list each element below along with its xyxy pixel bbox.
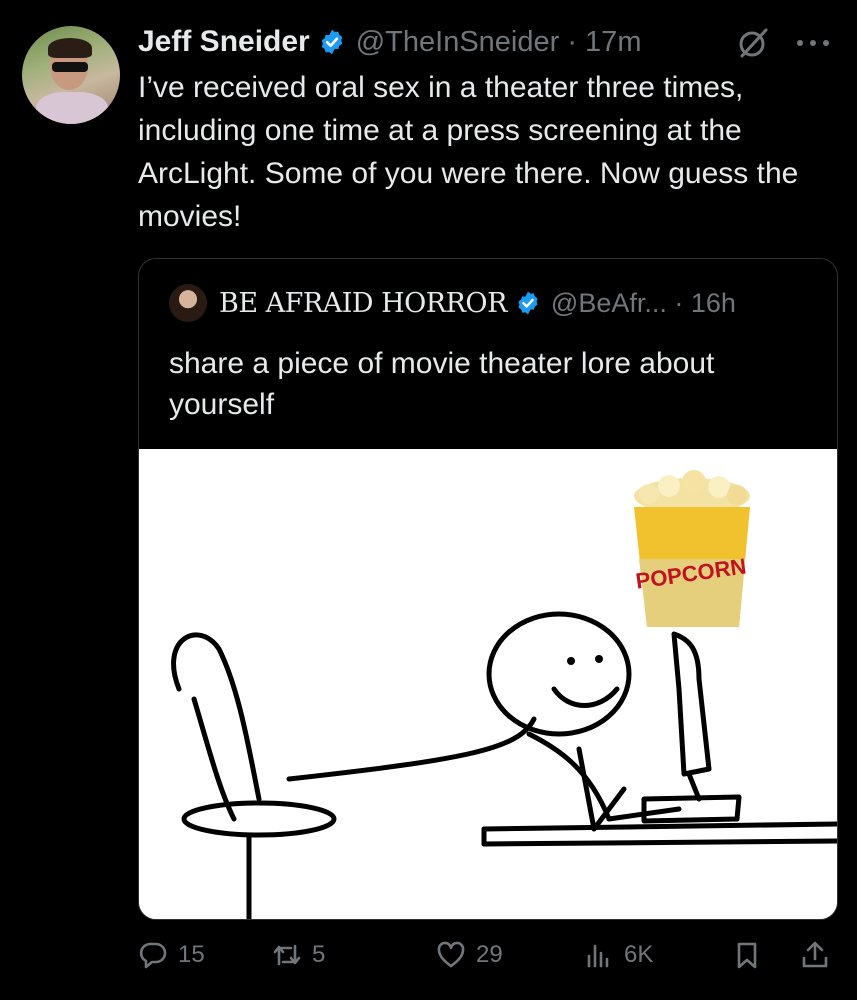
like-button[interactable]: 29 xyxy=(436,930,503,980)
quoted-author-avatar[interactable] xyxy=(169,284,207,322)
quoted-author-handle-time[interactable]: @BeAfr... · 16h xyxy=(551,288,736,319)
views-count: 6K xyxy=(624,941,654,968)
bookmark-icon xyxy=(737,942,757,969)
share-icon xyxy=(802,941,828,968)
author-name[interactable]: Jeff Sneider xyxy=(138,25,310,59)
bookmark-button[interactable] xyxy=(732,930,772,980)
quoted-meme-image[interactable]: POPCORN xyxy=(139,449,837,919)
quoted-tweet-text: share a piece of movie theater lore abou… xyxy=(169,347,715,421)
repost-count: 5 xyxy=(312,941,326,968)
tweet-text: I’ve received oral sex in a theater thre… xyxy=(138,71,799,233)
repost-icon xyxy=(273,944,301,966)
reply-button[interactable]: 15 xyxy=(138,930,205,980)
share-button[interactable] xyxy=(800,930,840,980)
like-count: 29 xyxy=(476,941,503,968)
tweet-actions: 15 5 29 6K xyxy=(0,930,857,980)
author-avatar[interactable] xyxy=(22,26,120,124)
like-icon xyxy=(437,941,465,968)
tweet-header: Jeff Sneider @TheInSneider · 17m xyxy=(138,22,641,62)
views-button[interactable]: 6K xyxy=(584,930,653,980)
more-icon[interactable] xyxy=(792,28,834,58)
verified-badge-icon xyxy=(321,29,343,55)
quoted-tweet-header: BE AFRAID HORROR @BeAfr... · 16h xyxy=(169,283,736,323)
quoted-author-name[interactable]: BE AFRAID HORROR xyxy=(219,288,507,319)
verified-badge-icon xyxy=(518,291,538,315)
repost-button[interactable]: 5 xyxy=(272,930,325,980)
reply-count: 15 xyxy=(178,941,205,968)
author-handle-time[interactable]: @TheInSneider · 17m xyxy=(356,26,642,59)
views-icon xyxy=(587,944,609,968)
quoted-tweet[interactable]: BE AFRAID HORROR @BeAfr... · 16h share a… xyxy=(138,258,838,920)
reply-icon xyxy=(139,942,167,969)
grok-icon[interactable] xyxy=(736,26,770,60)
